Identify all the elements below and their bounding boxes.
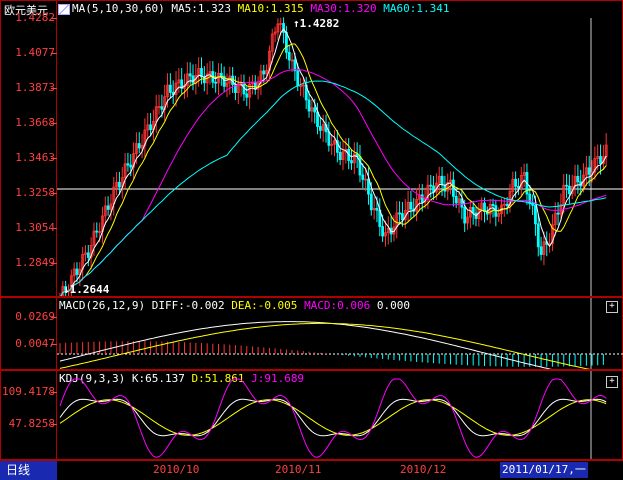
- kdj-k-line: [59, 398, 607, 437]
- macd-panel[interactable]: 0.0269 0.0047 MACD(26,12,9) DIFF:-0.002 D…: [0, 297, 623, 370]
- candle-body: [599, 156, 602, 164]
- candle-body: [491, 204, 495, 207]
- candle-body: [381, 226, 385, 237]
- candle-body: [369, 193, 373, 211]
- y-tick-label: 1.4282: [15, 11, 55, 24]
- candle-body: [293, 59, 297, 72]
- y-tick-label: 1.2849: [15, 256, 55, 269]
- candle-body: [191, 75, 195, 84]
- candle-body: [556, 212, 560, 215]
- candle-body: [149, 124, 152, 131]
- candle-body: [565, 184, 568, 187]
- y-tick-label: 1.3258: [15, 186, 55, 200]
- y-tick-label: 1.4077: [15, 46, 55, 60]
- candle-body: [245, 93, 249, 98]
- candle-body: [75, 268, 79, 275]
- candle-body: [137, 143, 141, 149]
- candle-body: [514, 178, 518, 187]
- candle-body: [517, 185, 520, 188]
- candle-body: [567, 185, 571, 195]
- candle-body: [338, 151, 342, 160]
- candle-body: [313, 107, 317, 113]
- candle-body: [539, 246, 543, 255]
- low-price-label: ↓1.2644: [63, 283, 110, 296]
- candle-body: [367, 178, 370, 195]
- candle-body: [296, 70, 300, 87]
- candle-body: [429, 184, 433, 187]
- candle-body: [307, 99, 311, 112]
- candle-body: [350, 160, 353, 164]
- candle-body: [440, 175, 444, 186]
- time-axis-bar: 日线 2010/10 2010/11 2010/12 2011/01/17,一: [0, 460, 623, 480]
- macd-plot[interactable]: [57, 298, 623, 369]
- candle-body: [202, 76, 206, 84]
- candle-body: [420, 194, 424, 203]
- price-chart-panel[interactable]: 欧元美元 1.4282 1.4077 1.3873 1.3668 1.3463 1.325…: [0, 0, 623, 297]
- candle-body: [282, 23, 285, 33]
- candle-body: [188, 73, 192, 77]
- candle-body: [219, 72, 223, 77]
- y-tick-label: 0.0269: [15, 310, 55, 323]
- kdj-j-line: [59, 378, 607, 458]
- candle-body: [86, 252, 90, 258]
- candle-body: [160, 106, 164, 110]
- y-tick-label: 1.3668: [15, 115, 55, 129]
- candle-body: [129, 164, 133, 168]
- candle-body: [505, 203, 509, 206]
- candle-body: [316, 111, 319, 127]
- candle-body: [409, 201, 413, 210]
- candle-body: [106, 205, 110, 210]
- candle-body: [287, 51, 291, 61]
- candle-body: [401, 213, 404, 221]
- kdj-plot[interactable]: [57, 371, 623, 459]
- candle-body: [168, 84, 172, 93]
- cursor-date-label: 2011/01/17,一: [500, 462, 588, 478]
- candle-body: [463, 206, 467, 224]
- candle-body: [454, 195, 458, 204]
- y-tick-label: 1.3463: [15, 151, 55, 165]
- candle-body: [262, 70, 266, 75]
- macd-axis: 0.0269 0.0047: [1, 298, 57, 369]
- candle-body: [95, 230, 99, 233]
- y-tick-label: 1.3873: [15, 80, 55, 94]
- period-tab-daily[interactable]: 日线: [0, 461, 57, 480]
- candle-body: [361, 174, 365, 180]
- date-label: 2010/12: [400, 463, 447, 476]
- y-tick-label: 47.8258: [8, 417, 55, 430]
- candle-body: [118, 181, 121, 188]
- candle-body: [398, 212, 402, 215]
- high-price-label: ↑1.4282: [293, 17, 339, 30]
- candle-body: [214, 81, 218, 84]
- kdj-axis: 109.4178 47.8258: [1, 371, 57, 459]
- kdj-panel[interactable]: 109.4178 47.8258 KDJ(9,3,3) K:65.137 D:51…: [0, 370, 623, 460]
- candle-body: [375, 208, 379, 211]
- y-tick-label: 109.4178: [2, 385, 55, 398]
- kdj-d-line: [59, 399, 607, 436]
- price-axis: 欧元美元 1.4282 1.4077 1.3873 1.3668 1.3463 1.325…: [1, 1, 57, 296]
- y-tick-label: 1.3054: [15, 220, 55, 234]
- date-label: 2010/10: [153, 463, 200, 476]
- candle-body: [534, 204, 537, 225]
- candle-body: [126, 163, 130, 166]
- candle-body: [358, 156, 362, 176]
- candle-body: [587, 167, 591, 175]
- y-tick-label: 0.0047: [15, 337, 55, 350]
- date-label: 2010/11: [275, 463, 322, 476]
- candle-body: [536, 223, 540, 248]
- candle-body: [576, 175, 580, 183]
- candle-body: [327, 131, 331, 146]
- candlestick-plot[interactable]: ↑1.4282 ↓1.2644: [57, 1, 623, 296]
- candle-body: [284, 32, 288, 53]
- candle-body: [318, 126, 322, 131]
